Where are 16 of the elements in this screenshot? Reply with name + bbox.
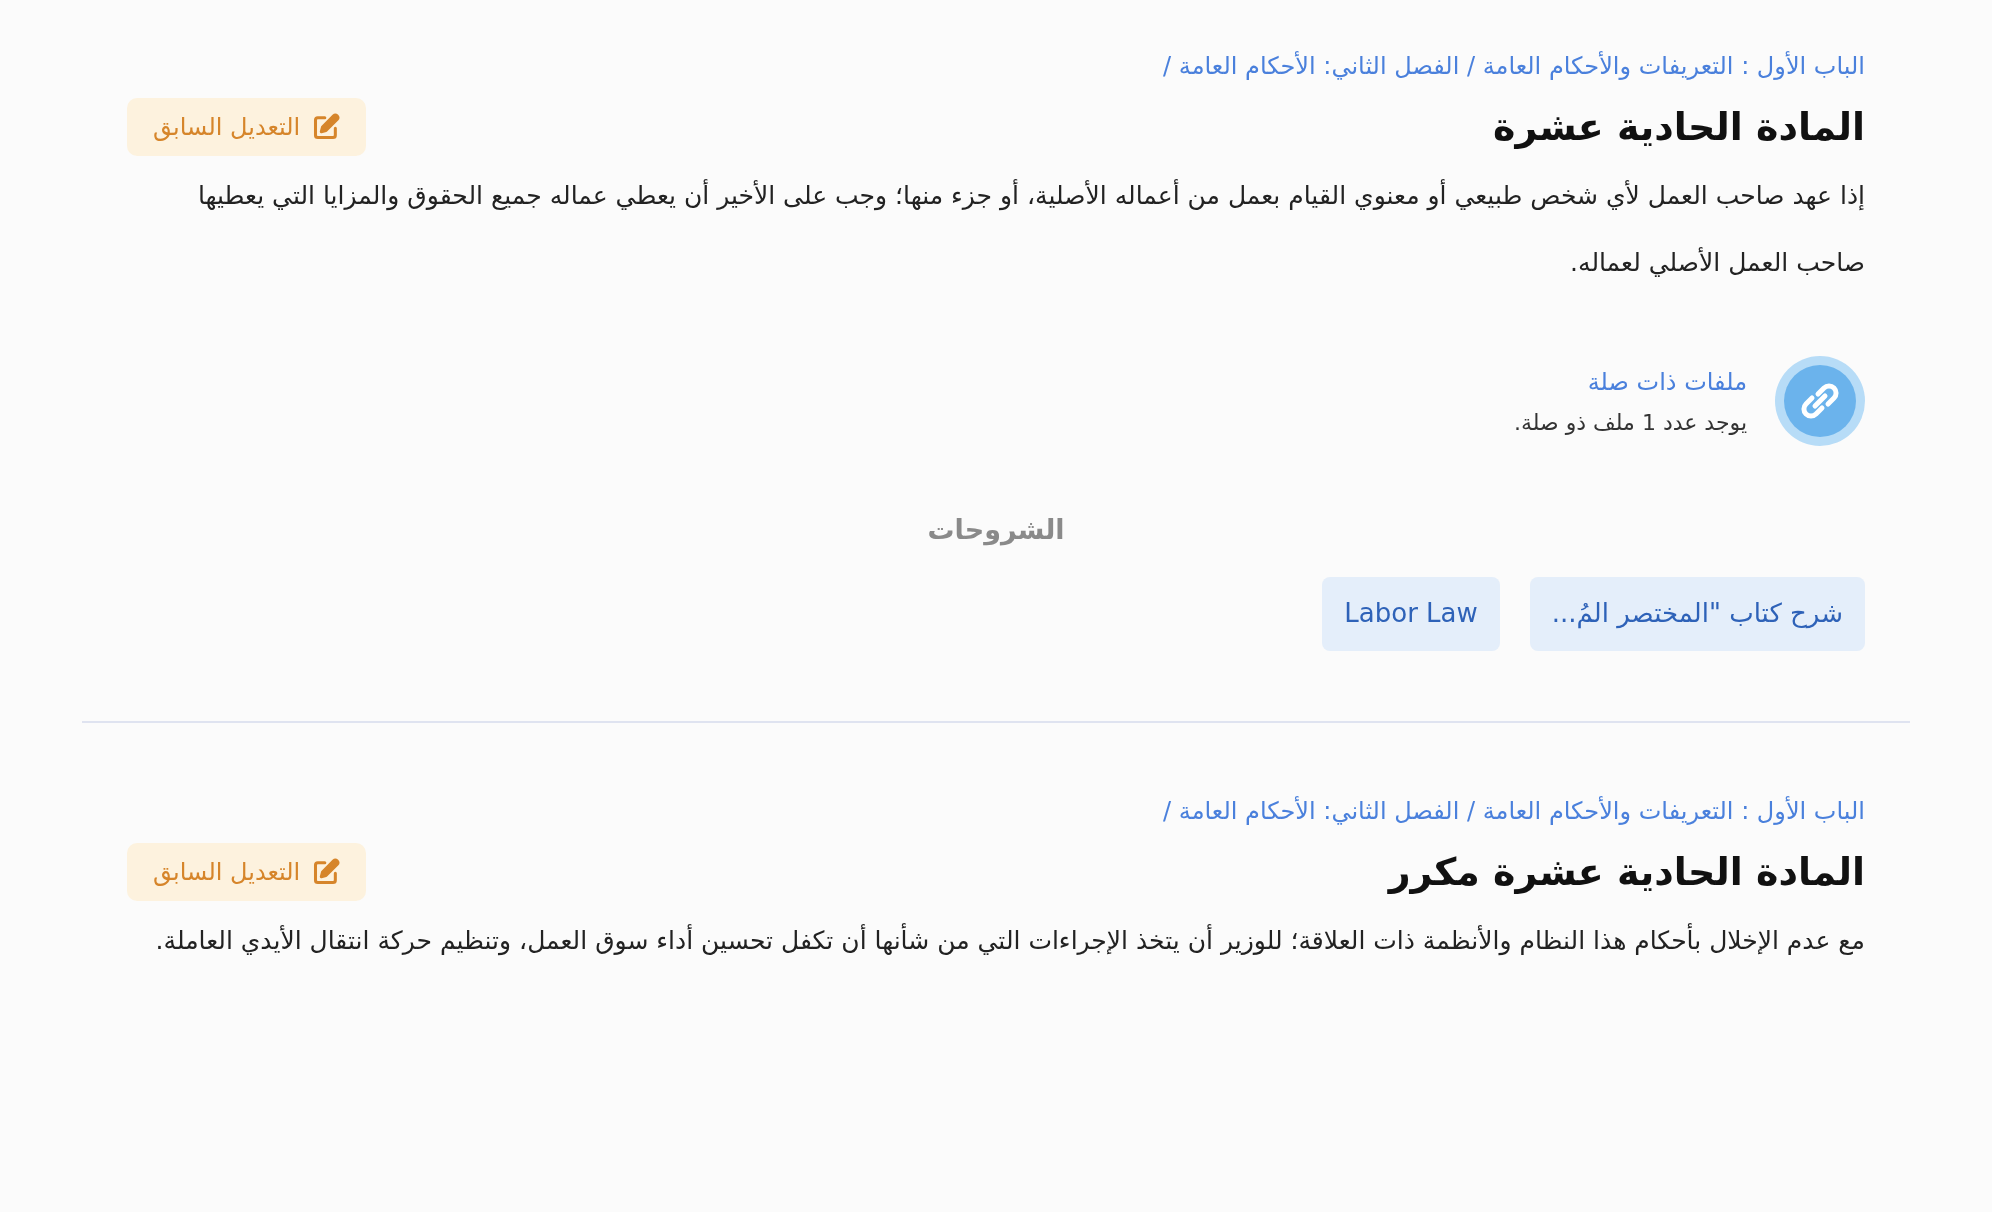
commentary-button[interactable]: Labor Law xyxy=(1322,576,1500,651)
link-icon xyxy=(1775,356,1865,446)
commentary-button[interactable]: شرح كتاب "المختصر المُ... xyxy=(1529,576,1865,651)
edit-icon xyxy=(312,113,341,141)
breadcrumb-link[interactable]: الباب الأول : التعريفات والأحكام العامة / الفصل الثاني: الأحكام العامة / xyxy=(127,48,1865,84)
article-text: مع عدم الإخلال بأحكام هذا النظام والأنظمة ذات العلاقة؛ للوزير أن يتخذ الإجراءات التي من شأنها أن تكفل تحسين أداء سوق العمل، وتنظيم حركة انتقال الأيدي العاملة. xyxy=(154,922,1865,958)
article-text: إذا عهد صاحب العمل لأي شخص طبيعي أو معنوي القيام بعمل من أعماله الأصلية، أو جزء منها؛ وجب على الأخير أن يعطي عماله جميع الحقوق والمزايا التي يعطيها صاحب العمل الأصلي لعماله. xyxy=(196,178,1865,279)
related-files-count: يوجد عدد 1 ملف ذو صلة. xyxy=(1513,408,1747,437)
previous-amendment-button[interactable]: التعديل السابق xyxy=(127,98,367,156)
edit-icon xyxy=(312,857,341,886)
related-files-link[interactable]: ملفات ذات صلة xyxy=(1513,363,1747,400)
section-heading: الشروحات xyxy=(926,513,1066,548)
previous-amendment-button[interactable]: التعديل السابق xyxy=(127,842,367,901)
article-title: المادة الحادية عشرة xyxy=(1493,104,1865,151)
article-title: المادة الحادية عشرة مكرر xyxy=(1388,848,1865,896)
breadcrumb-link[interactable]: الباب الأول : التعريفات والأحكام العامة / الفصل الثاني: الأحكام العامة / xyxy=(127,792,1865,829)
